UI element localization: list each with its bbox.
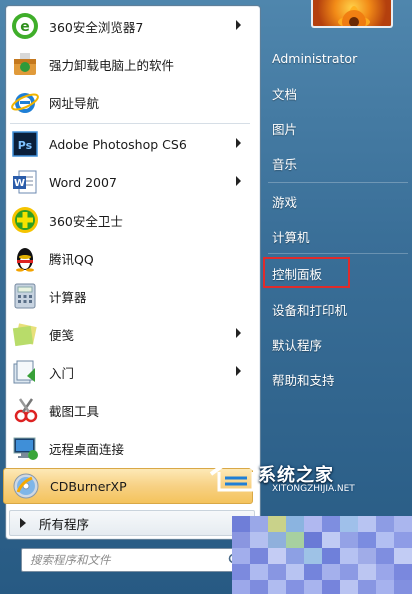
submenu-arrow-icon[interactable] [236, 138, 241, 148]
flower-picture-icon [338, 6, 370, 26]
program-label: 便笺 [49, 327, 75, 343]
program-item-calculator[interactable]: 计算器 [3, 278, 253, 314]
program-item-360-safeguard[interactable]: 360安全卫士 [3, 202, 253, 238]
program-item-url-nav[interactable]: 网址导航 [3, 84, 253, 120]
program-label: 360安全卫士 [49, 213, 123, 229]
program-label: Adobe Photoshop CS6 [49, 136, 187, 152]
360-browser-icon: e [10, 11, 40, 41]
documents-link[interactable]: 文档 [272, 80, 297, 106]
user-avatar[interactable] [311, 0, 393, 28]
program-item-photoshop[interactable]: Ps Adobe Photoshop CS6 [3, 126, 253, 162]
program-label: Word 2007 [49, 174, 117, 190]
program-item-snipping-tool[interactable]: 截图工具 [3, 392, 253, 428]
submenu-arrow-icon[interactable] [236, 366, 241, 376]
snipping-tool-icon [10, 395, 40, 425]
photoshop-icon: Ps [10, 129, 40, 159]
submenu-arrow-icon[interactable] [236, 176, 241, 186]
program-label: 入门 [49, 365, 75, 381]
cd-burner-icon [11, 471, 41, 501]
pictures-link[interactable]: 图片 [272, 115, 297, 141]
search-input[interactable] [30, 550, 225, 570]
help-support-link[interactable]: 帮助和支持 [272, 366, 335, 392]
program-item-360-browser[interactable]: e 360安全浏览器7 [3, 8, 253, 44]
all-programs-button[interactable]: 所有程序 [9, 510, 255, 536]
default-programs-link[interactable]: 默认程序 [272, 331, 322, 357]
svg-text:e: e [20, 19, 30, 35]
computer-link[interactable]: 计算机 [272, 223, 310, 249]
qq-penguin-icon [10, 243, 40, 273]
program-item-qq[interactable]: 腾讯QQ [3, 240, 253, 276]
program-item-getting-started[interactable]: 入门 [3, 354, 253, 390]
program-label: 远程桌面连接 [49, 441, 125, 457]
program-label: 强力卸载电脑上的软件 [49, 57, 175, 73]
word-icon: W [10, 167, 40, 197]
devices-printers-link[interactable]: 设备和打印机 [272, 296, 347, 322]
program-label: 360安全浏览器7 [49, 19, 144, 35]
watermark-url: XITONGZHIJIA.NET [272, 484, 355, 494]
start-menu: e 360安全浏览器7 强力卸载电脑上的软件 网址导航 Ps Adobe Pho… [0, 0, 412, 594]
program-label: CDBurnerXP [50, 478, 127, 494]
pixelated-area [232, 516, 412, 594]
right-separator [268, 182, 408, 183]
search-box[interactable] [21, 548, 246, 572]
program-label: 计算器 [49, 289, 87, 305]
all-programs-label: 所有程序 [39, 516, 90, 532]
ie-browser-icon [10, 87, 40, 117]
program-label: 网址导航 [49, 95, 100, 111]
360-safeguard-icon [10, 205, 40, 235]
svg-text:Ps: Ps [18, 139, 33, 152]
submenu-arrow-icon[interactable] [236, 20, 241, 30]
control-panel-highlight-box [263, 257, 350, 288]
submenu-arrow-icon[interactable] [236, 328, 241, 338]
uninstall-icon [10, 49, 40, 79]
right-separator [268, 253, 408, 254]
svg-text:W: W [14, 178, 25, 189]
remote-desktop-icon [10, 433, 40, 463]
expand-arrow-icon [20, 518, 26, 528]
program-label: 截图工具 [49, 403, 100, 419]
games-link[interactable]: 游戏 [272, 188, 297, 214]
music-link[interactable]: 音乐 [272, 150, 297, 176]
getting-started-icon [10, 357, 40, 387]
calculator-icon [10, 281, 40, 311]
program-item-word[interactable]: W Word 2007 [3, 164, 253, 200]
separator [10, 123, 250, 124]
watermark-house-logo [209, 453, 263, 492]
program-item-sticky-notes[interactable]: 便笺 [3, 316, 253, 352]
program-item-uninstall[interactable]: 强力卸载电脑上的软件 [3, 46, 253, 82]
program-label: 腾讯QQ [49, 251, 94, 267]
user-name-link[interactable]: Administrator [272, 45, 357, 71]
sticky-notes-icon [10, 319, 40, 349]
